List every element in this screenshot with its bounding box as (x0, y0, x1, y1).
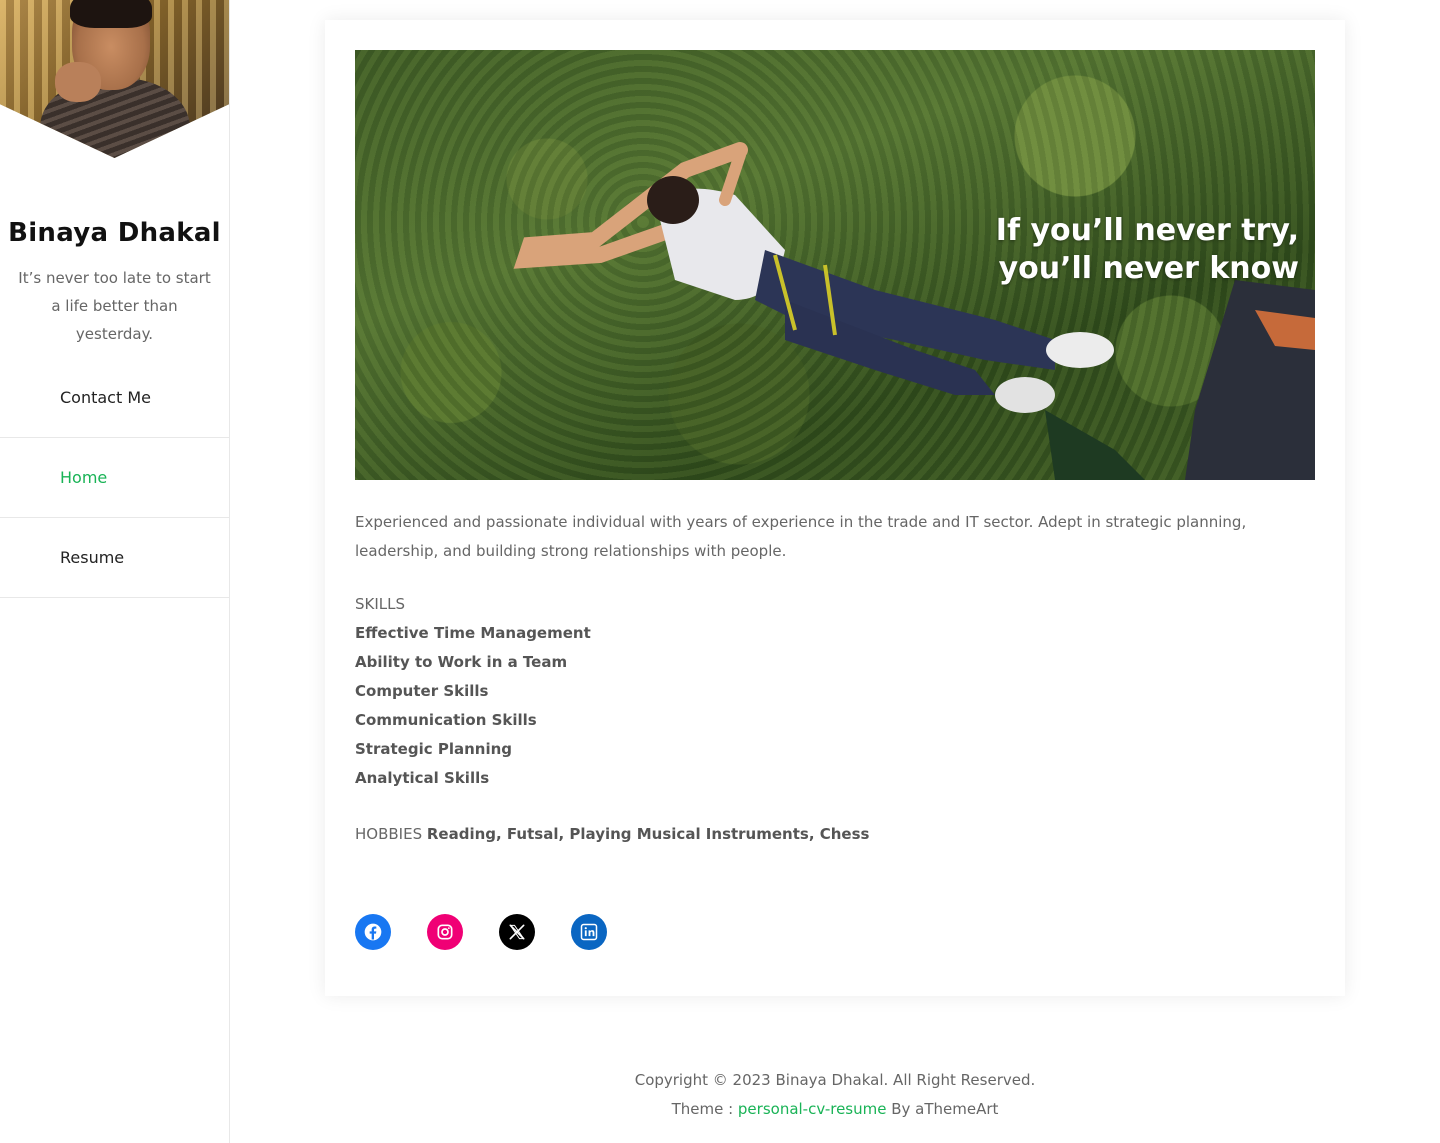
linkedin-link[interactable] (571, 914, 607, 950)
theme-credit: Theme : personal-cv-resume By aThemeArt (230, 1095, 1440, 1124)
skill-item: Strategic Planning (355, 740, 513, 758)
hobbies-section: HOBBIES Reading, Futsal, Playing Musical… (355, 820, 1295, 849)
hero-quote: If you’ll never try, you’ll never know (996, 212, 1299, 288)
nav-item-home[interactable]: Home (0, 438, 229, 518)
hero-quote-line-2: you’ll never know (998, 251, 1299, 286)
nav-item-resume[interactable]: Resume (0, 518, 229, 598)
site-tagline: It’s never too late to start a life bett… (18, 269, 211, 343)
skill-item: Communication Skills (355, 711, 537, 729)
theme-link[interactable]: personal-cv-resume (738, 1100, 887, 1118)
skill-item: Analytical Skills (355, 769, 490, 787)
instagram-icon (437, 924, 453, 940)
theme-suffix: By aThemeArt (886, 1100, 999, 1118)
skills-section: SKILLS Effective Time Management Ability… (355, 590, 1295, 793)
hobbies-value: Reading, Futsal, Playing Musical Instrum… (426, 825, 870, 843)
facebook-link[interactable] (355, 914, 391, 950)
site-title[interactable]: Binaya Dhakal (0, 218, 229, 248)
social-links (355, 914, 607, 950)
main-navigation: Contact Me Home Resume (0, 358, 229, 598)
x-icon (509, 924, 525, 940)
x-link[interactable] (499, 914, 535, 950)
facebook-icon (364, 923, 382, 941)
theme-prefix: Theme : (671, 1100, 738, 1118)
intro-paragraph: Experienced and passionate individual wi… (355, 513, 1247, 560)
skills-label: SKILLS (355, 595, 406, 613)
site-footer: Copyright © 2023 Binaya Dhakal. All Righ… (230, 1066, 1440, 1124)
skill-item: Computer Skills (355, 682, 489, 700)
nav-item-contact-me[interactable]: Contact Me (0, 358, 229, 438)
avatar[interactable] (0, 0, 229, 158)
content-card: If you’ll never try, you’ll never know E… (325, 20, 1345, 996)
hero-image: If you’ll never try, you’ll never know (355, 50, 1315, 480)
hero-quote-line-1: If you’ll never try, (995, 213, 1299, 248)
linkedin-icon (580, 923, 598, 941)
skill-item: Ability to Work in a Team (355, 653, 568, 671)
hobbies-label: HOBBIES (355, 825, 423, 843)
sidebar: Binaya Dhakal It’s never too late to sta… (0, 0, 230, 1143)
instagram-link[interactable] (427, 914, 463, 950)
skill-item: Effective Time Management (355, 624, 591, 642)
copyright-text: Copyright © 2023 Binaya Dhakal. All Righ… (634, 1071, 1036, 1089)
